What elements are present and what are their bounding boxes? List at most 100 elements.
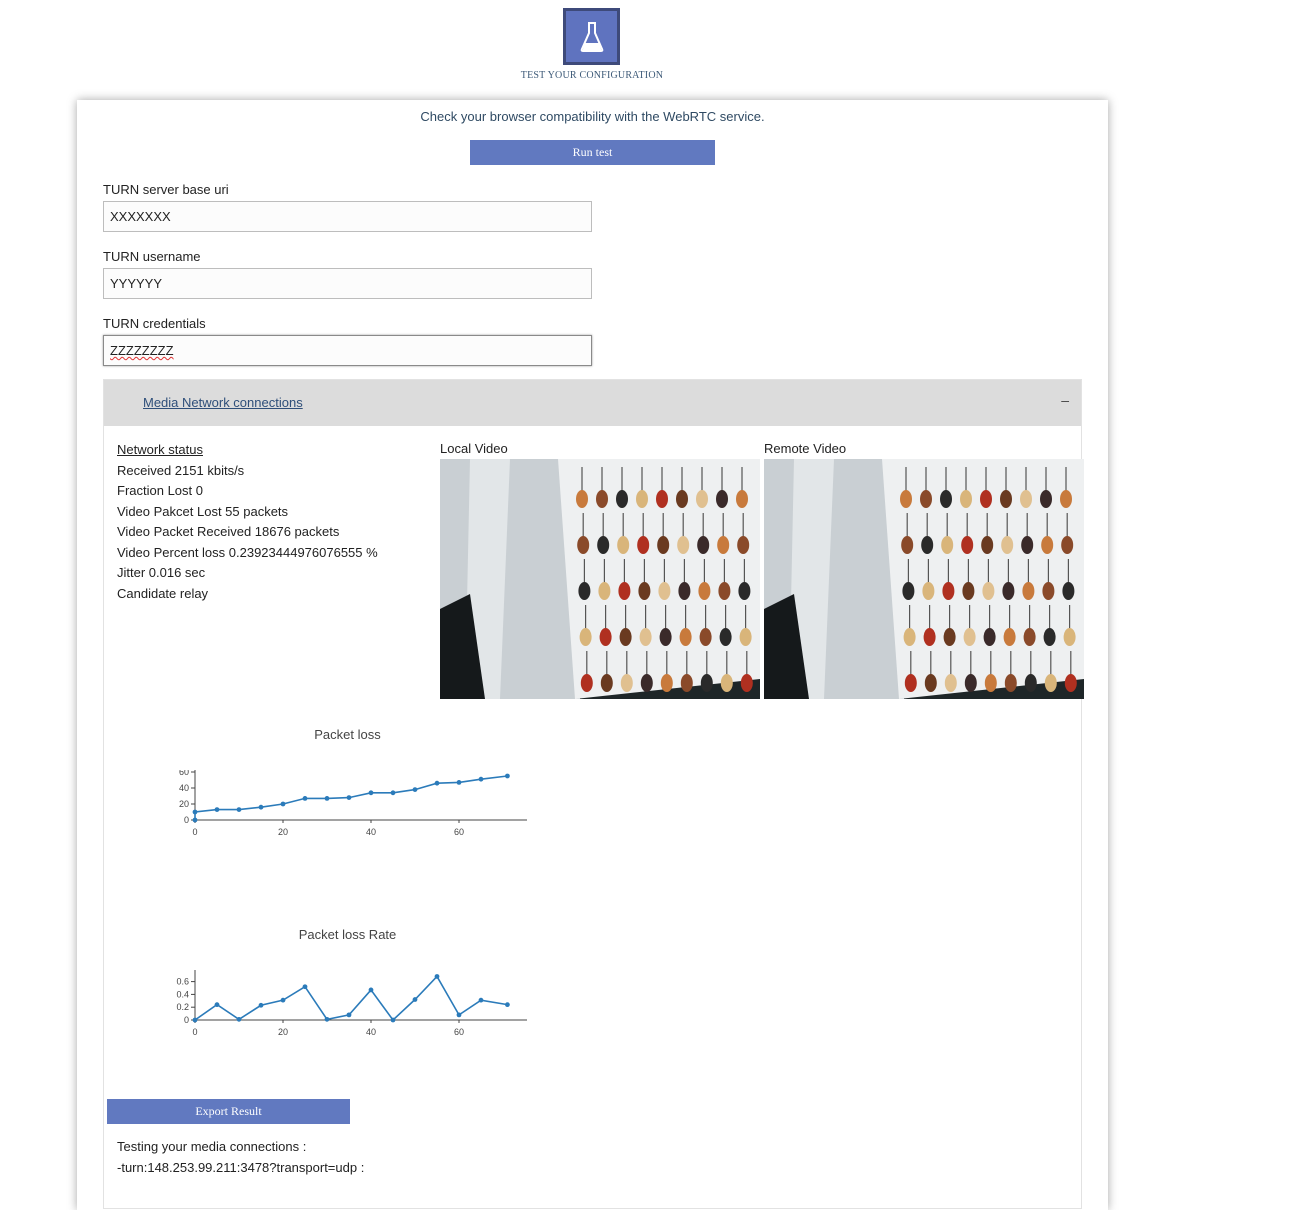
guitar-body — [599, 628, 612, 646]
local-video-label: Local Video — [440, 441, 508, 456]
guitar-body — [963, 628, 976, 646]
turn-uri-label: TURN server base uri — [103, 182, 229, 197]
data-point — [368, 987, 374, 993]
guitar-body — [1061, 536, 1074, 554]
guitar-body — [1043, 628, 1056, 646]
guitar-body — [699, 628, 712, 646]
data-point — [192, 1017, 198, 1023]
data-point — [346, 1012, 352, 1018]
flask-icon — [580, 21, 603, 52]
guitar-body — [1003, 628, 1016, 646]
data-point — [280, 997, 286, 1003]
guitar-body — [944, 674, 957, 692]
y-tick-label: 0.4 — [176, 989, 189, 999]
guitar-body — [639, 628, 652, 646]
guitar-body — [983, 628, 996, 646]
guitar-body — [739, 628, 752, 646]
accordion-header[interactable]: Media Network connections – — [104, 380, 1081, 426]
data-point — [505, 1002, 510, 1008]
data-point — [236, 1016, 242, 1022]
accordion-title-link[interactable]: Media Network connections — [143, 395, 303, 410]
turn-credentials-input[interactable]: ZZZZZZZZ — [103, 335, 592, 366]
remote-video-label: Remote Video — [764, 441, 847, 456]
guitar-body — [904, 674, 917, 692]
y-tick-label: 0 — [184, 1015, 189, 1025]
packet-loss-chart: 0 20 40 60 0 20 40 60 — [179, 770, 527, 837]
data-point — [505, 773, 510, 779]
x-tick-label: 0 — [192, 827, 197, 837]
main-card: Check your browser compatibility with th… — [77, 100, 1108, 1210]
status-line: Video Percent loss 0.23923444976076555 % — [117, 544, 378, 560]
packet-loss-rate-chart: 0 0.2 0.4 0.6 0 20 40 60 — [176, 970, 527, 1037]
turn-username-input[interactable] — [103, 268, 592, 299]
data-point — [456, 1012, 462, 1018]
x-tick-label: 0 — [192, 1027, 197, 1037]
guitar-body — [960, 490, 972, 508]
y-tick-label: 20 — [179, 799, 189, 809]
guitar-body — [697, 536, 710, 554]
guitar-body — [981, 536, 994, 554]
x-tick-label: 40 — [366, 827, 376, 837]
app-logo — [563, 8, 620, 65]
guitar-body — [657, 536, 670, 554]
guitar-body — [1063, 628, 1076, 646]
guitar-body — [578, 582, 591, 600]
status-line: Video Packet Received 18676 packets — [117, 524, 340, 539]
chart-title: Packet loss — [314, 727, 381, 742]
guitar-body — [900, 490, 912, 508]
guitar-body — [736, 490, 748, 508]
guitar-body — [1040, 490, 1052, 508]
guitar-body — [1000, 490, 1012, 508]
turn-credentials-value: ZZZZZZZZ — [110, 343, 174, 358]
status-line: Candidate relay — [117, 585, 209, 601]
data-point — [258, 1002, 264, 1008]
guitar-body — [580, 674, 593, 692]
log-line: Testing your media connections : — [117, 1139, 307, 1154]
collapse-icon[interactable]: – — [1061, 392, 1069, 408]
guitar-body — [922, 582, 935, 600]
local-video — [440, 459, 760, 699]
guitar-body — [658, 582, 671, 600]
export-result-button[interactable]: Export Result — [107, 1099, 350, 1124]
data-point — [434, 780, 440, 786]
test-log: Testing your media connections : -turn:1… — [117, 1137, 364, 1178]
guitar-body — [1044, 674, 1057, 692]
data-point — [412, 997, 418, 1002]
guitar-body — [596, 490, 608, 508]
data-point — [302, 796, 308, 801]
data-point — [324, 1016, 330, 1022]
guitar-body — [716, 490, 728, 508]
turn-uri-input[interactable] — [103, 201, 592, 232]
guitar-body — [677, 536, 690, 554]
run-test-button[interactable]: Run test — [470, 140, 715, 165]
data-point — [192, 809, 198, 815]
guitar-body — [1001, 536, 1014, 554]
guitar-body — [656, 490, 668, 508]
guitar-body — [619, 628, 632, 646]
guitar-body — [943, 628, 956, 646]
x-tick-label: 40 — [366, 1027, 376, 1037]
data-point — [214, 807, 220, 812]
data-point — [478, 997, 484, 1003]
guitar-body — [700, 674, 713, 692]
guitar-body — [740, 674, 753, 692]
log-line: -turn:148.253.99.211:3478?transport=udp … — [117, 1159, 365, 1175]
logo-caption: TEST YOUR CONFIGURATION — [520, 70, 664, 81]
guitar-body — [1023, 628, 1036, 646]
y-tick-label: 0 — [184, 815, 189, 825]
guitar-body — [620, 674, 633, 692]
guitar-body — [737, 536, 750, 554]
guitar-body — [617, 536, 630, 554]
camera-feed-image — [764, 459, 1084, 699]
guitar-body — [964, 674, 977, 692]
guitar-body — [902, 582, 915, 600]
guitar-body — [718, 582, 731, 600]
guitar-body — [1024, 674, 1037, 692]
guitar-body — [600, 674, 613, 692]
guitar-body — [640, 674, 653, 692]
data-point — [302, 984, 308, 990]
guitar-body — [1064, 674, 1077, 692]
x-tick-label: 20 — [278, 827, 288, 837]
guitar-body — [577, 536, 590, 554]
chart-title: Packet loss Rate — [298, 927, 397, 942]
